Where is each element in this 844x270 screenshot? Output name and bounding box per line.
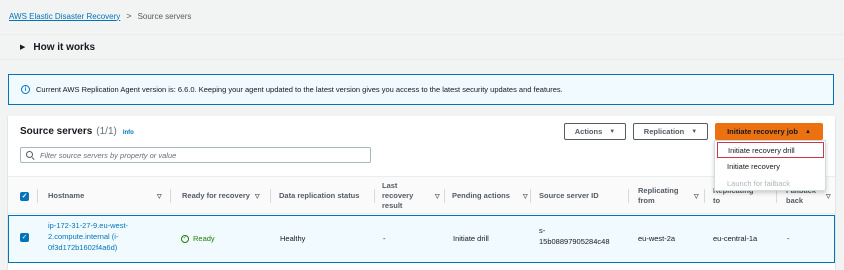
column-divider	[776, 189, 777, 203]
table-row[interactable]: ✓ ip-172-31-27-9.eu-west- 2.compute.inte…	[8, 215, 835, 263]
initiate-recovery-dropdown: Initiate recovery drill Initiate recover…	[714, 140, 826, 191]
column-label: Hostname	[48, 191, 85, 200]
column-label: Pending actions	[452, 191, 510, 200]
source-servers-panel: Source servers (1/1) Info Actions ▼ Repl…	[8, 116, 835, 270]
sort-icon[interactable]: ▽	[826, 193, 831, 200]
ready-status: Ready	[193, 234, 215, 243]
sort-icon[interactable]: ▽	[255, 193, 260, 200]
column-divider	[374, 189, 375, 203]
column-divider	[37, 189, 38, 203]
caret-right-icon: ▶	[20, 44, 26, 51]
search-input[interactable]	[40, 150, 360, 160]
header-line: from	[638, 196, 655, 205]
column-header-server-id[interactable]: Source server ID	[539, 177, 629, 215]
replicating-to-cell: eu-central-1a	[713, 234, 758, 243]
status-cell: Healthy	[280, 234, 306, 243]
alert-text: Current AWS Replication Agent version is…	[36, 85, 563, 94]
sort-icon[interactable]: ▽	[157, 193, 162, 200]
failback-cell: -	[787, 234, 790, 243]
column-header-status[interactable]: Data replication status	[279, 177, 373, 215]
column-header-replicating-from[interactable]: Replicating from ▽	[638, 177, 708, 215]
server-id-line: s-	[539, 226, 546, 235]
column-label: Source server ID	[539, 191, 599, 200]
last-recovery-cell: -	[383, 234, 386, 243]
hostname-line[interactable]: 2.compute.internal (i-	[48, 231, 118, 242]
caret-down-icon: ▼	[609, 128, 616, 135]
how-it-works-label: How it works	[33, 41, 96, 53]
menu-item-launch-for-failback: Launch for failback	[727, 178, 790, 188]
sort-icon[interactable]: ▽	[694, 193, 699, 200]
column-header-hostname[interactable]: Hostname ▽	[48, 177, 166, 215]
panel-count: (1/1)	[96, 126, 117, 137]
sort-icon[interactable]: ▽	[523, 193, 528, 200]
column-label: Ready for recovery	[182, 191, 250, 200]
caret-up-icon: ▲	[804, 128, 811, 135]
search-icon	[26, 151, 34, 159]
info-alert: i Current AWS Replication Agent version …	[8, 74, 834, 105]
menu-item-initiate-recovery[interactable]: Initiate recovery	[715, 158, 827, 174]
column-divider	[704, 189, 705, 203]
header-line: Last	[382, 181, 398, 190]
column-divider	[444, 189, 445, 203]
actions-label: Actions	[574, 127, 603, 136]
table-header: ✓ Hostname ▽ Ready for recovery ▽ Data r…	[8, 176, 835, 214]
column-label: Replicating from	[638, 186, 678, 206]
column-header-pending[interactable]: Pending actions ▽	[452, 177, 538, 215]
info-link[interactable]: Info	[123, 130, 134, 136]
panel-header: Source servers (1/1) Info	[20, 126, 134, 137]
initiate-label: Initiate recovery job	[727, 127, 798, 136]
header-line: recovery	[382, 191, 414, 200]
header-line: Replicating	[638, 186, 679, 195]
select-all-checkbox[interactable]: ✓	[20, 191, 29, 201]
breadcrumb-root-link[interactable]: AWS Elastic Disaster Recovery	[9, 12, 120, 21]
column-header-last-recovery[interactable]: Last recovery result ▽	[382, 177, 442, 215]
check-circle-icon: ✓	[181, 234, 189, 243]
initiate-recovery-job-button[interactable]: Initiate recovery job ▲	[715, 123, 823, 140]
hostname-line[interactable]: 0f3d172b1602f4a6d)	[48, 242, 117, 253]
menu-item-initiate-recovery-drill[interactable]: Initiate recovery drill	[717, 142, 824, 158]
search-field[interactable]	[20, 147, 371, 163]
row-checkbox[interactable]: ✓	[20, 233, 29, 242]
column-divider	[530, 189, 531, 203]
sort-icon[interactable]: ▽	[435, 193, 440, 200]
server-id-cell: s- 15b08897905284c48	[539, 225, 610, 247]
caret-down-icon: ▼	[691, 128, 698, 135]
replication-button[interactable]: Replication ▼	[633, 123, 708, 140]
row-checkbox-cell[interactable]: ✓	[20, 233, 29, 242]
column-divider	[270, 189, 271, 203]
column-header-ready[interactable]: Ready for recovery ▽	[182, 177, 268, 215]
replicating-from-cell: eu-west-2a	[638, 234, 676, 243]
ready-cell: ✓ Ready	[181, 233, 215, 244]
actions-button[interactable]: Actions ▼	[564, 123, 626, 140]
info-icon: i	[21, 85, 30, 94]
select-all-cell[interactable]: ✓	[20, 177, 29, 215]
hostname-line[interactable]: ip-172-31-27-9.eu-west-	[48, 220, 128, 231]
breadcrumb-separator: >	[126, 11, 132, 21]
column-label: Data replication status	[279, 191, 360, 200]
breadcrumb: AWS Elastic Disaster Recovery > Source s…	[9, 11, 191, 21]
header-line: result	[382, 201, 403, 210]
hostname-cell[interactable]: ip-172-31-27-9.eu-west- 2.compute.intern…	[48, 220, 168, 253]
header-line: to	[713, 196, 721, 205]
column-divider	[628, 189, 629, 203]
how-it-works-expander[interactable]: ▶ How it works	[0, 34, 844, 60]
server-id-line: 15b08897905284c48	[539, 237, 610, 246]
replication-label: Replication	[643, 127, 685, 136]
header-line: back	[786, 196, 804, 205]
panel-title: Source servers	[20, 126, 93, 137]
column-divider	[170, 189, 171, 203]
column-label: Last recovery result	[382, 181, 413, 211]
pending-actions-cell: Initiate drill	[453, 234, 489, 243]
breadcrumb-current: Source servers	[137, 11, 192, 21]
